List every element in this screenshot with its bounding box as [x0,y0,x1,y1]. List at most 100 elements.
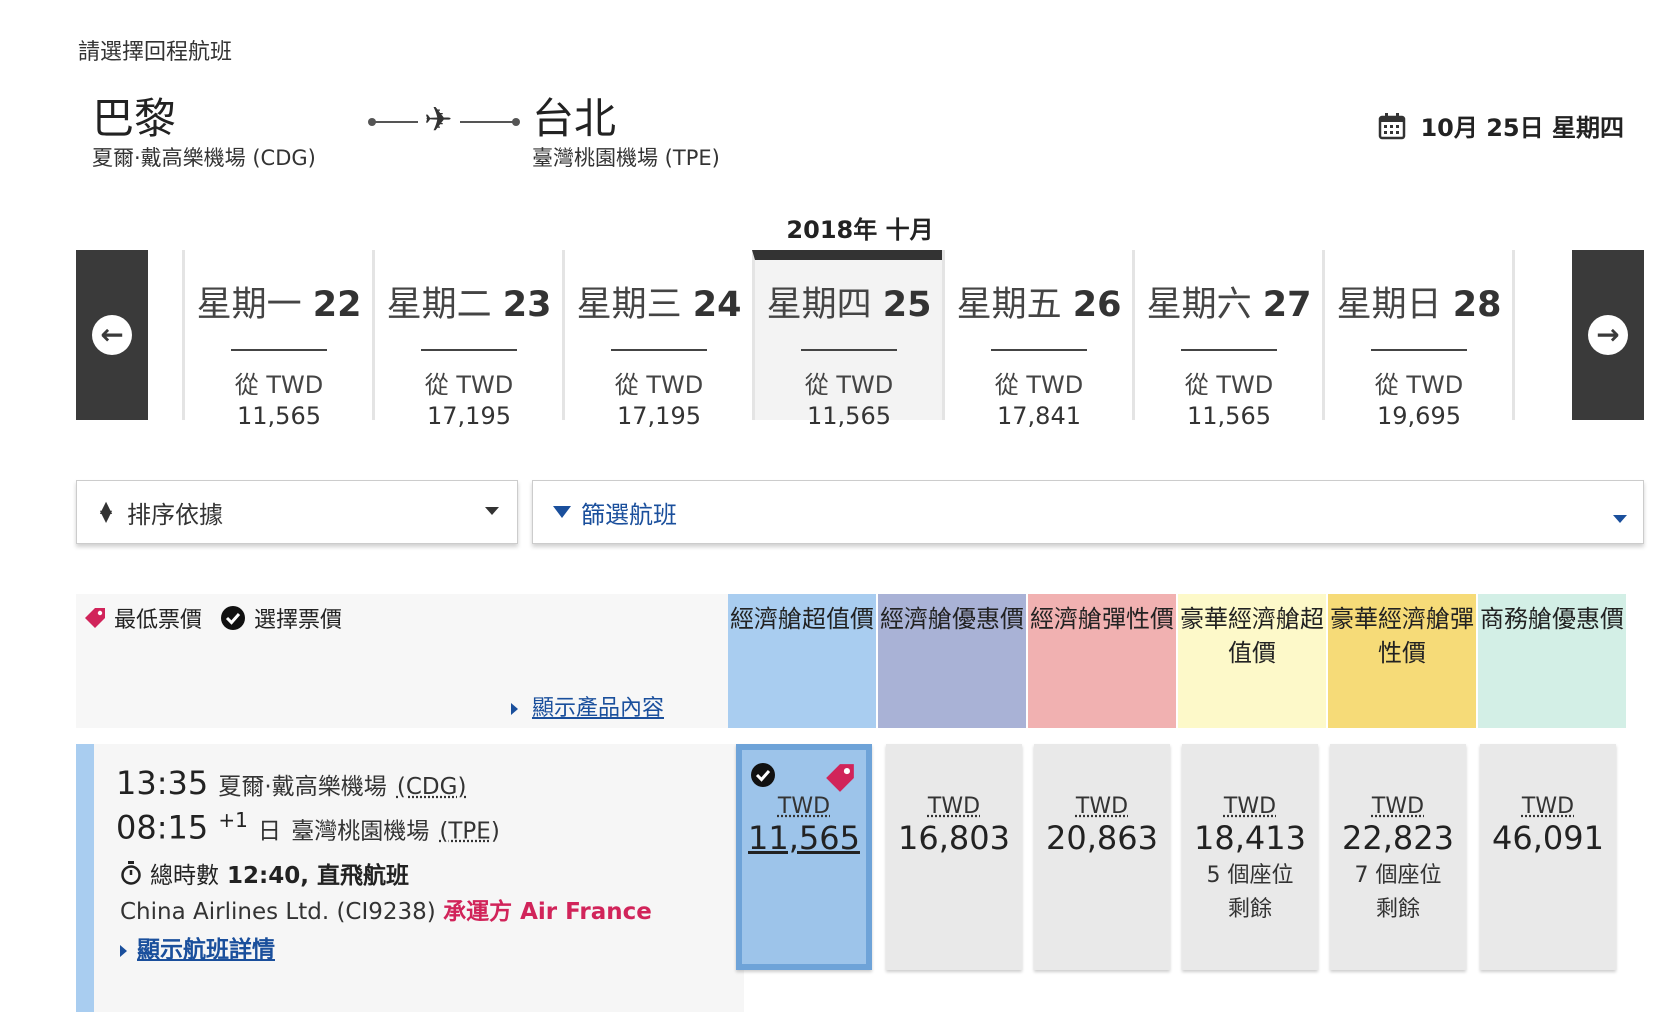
seats-count: 7 個座位 [1354,863,1442,888]
day-label: 星期一 22 [185,276,373,327]
day-name: 星期四 [766,285,872,325]
day-27[interactable]: 星期六 27 從 TWD 11,565 [1132,250,1323,430]
day-28[interactable]: 星期日 28 從 TWD 19,695 [1322,250,1513,430]
filter-label: 篩選航班 [581,500,677,529]
legend-row: 最低票價 選擇票價 [82,602,342,634]
seats-left: 7 個座位 剩餘 [1330,859,1466,927]
day-name: 星期六 [1146,285,1252,325]
duration-label: 總時數 [150,863,219,889]
day-label: 星期四 25 [755,276,943,327]
arrival-day-offset: +1 [218,808,248,832]
page-title: 請選擇回程航班 [78,40,233,65]
sort-dropdown[interactable]: ▲ ▼ 排序依據 [76,480,518,544]
day-25-selected[interactable]: 星期四 25 從 TWD 11,565 [752,250,943,430]
day-rule [611,349,707,351]
check-circle-icon [751,763,775,787]
day-name: 星期三 [576,285,682,325]
day-price: 17,841 [997,402,1081,430]
route-dot-end [512,118,520,126]
day-label: 星期三 24 [565,276,753,327]
departure-line: 13:35 夏爾·戴高樂機場 (CDG) [116,764,466,802]
check-circle-icon [221,606,246,630]
destination: 台北 臺灣桃園機場 (TPE) [532,98,720,172]
departure-airport: 夏爾·戴高樂機場 [218,774,387,800]
cabin-label: 經濟艙彈性價 [1030,605,1174,633]
price-tag-icon [85,608,105,628]
cabin-header-business-saver: 商務艙優惠價 [1478,594,1626,728]
day-price: 19,695 [1377,402,1461,430]
fare-economy-value-selected[interactable]: TWD 11,565 [736,744,872,970]
flight-row-indicator [76,744,94,1012]
day-number: 24 [692,285,742,325]
day-number: 25 [882,285,932,325]
arrow-right-icon: → [1588,315,1628,355]
day-price: 17,195 [427,402,511,430]
day-rule [1371,349,1467,351]
arrival-line: 08:15 +1 日 臺灣桃園機場 (TPE) [116,808,500,847]
day-23[interactable]: 星期二 23 從 TWD 17,195 [372,250,563,430]
day-label: 星期日 28 [1325,276,1513,327]
fare-amount: 22,823 [1342,819,1454,857]
sort-label: 排序依據 [127,500,223,529]
cabin-label: 經濟艙優惠價 [880,605,1024,633]
show-flight-details-link[interactable]: 顯示航班詳情 [120,930,275,964]
calendar-icon [1379,112,1406,139]
cabin-label: 經濟艙超值價 [730,605,874,633]
fare-business-saver[interactable]: TWD 46,091 [1480,744,1616,970]
fare-premium-value[interactable]: TWD 18,413 5 個座位 剩餘 [1182,744,1318,970]
departure-code[interactable]: (CDG) [397,774,467,800]
day-rule [231,349,327,351]
fare-amount: 18,413 [1194,819,1306,857]
departure-time: 13:35 [116,764,209,802]
next-week-button[interactable]: → [1572,250,1644,420]
fare-economy-saver[interactable]: TWD 16,803 [886,744,1022,970]
flight-duration: 總時數 12:40, 直飛航班 [120,856,409,890]
day-name: 星期一 [196,285,302,325]
day-rule [801,349,897,351]
route-line-left [372,121,418,123]
arrow-left-icon: ← [92,315,132,355]
cabin-label: 豪華經濟艙超值價 [1180,605,1324,667]
operated-by: 承運方 Air France [443,899,652,925]
arrival-time: 08:15 [116,808,209,847]
chevron-down-icon [1613,515,1627,523]
day-22[interactable]: 星期一 22 從 TWD 11,565 [182,250,373,430]
day-from: 從 TWD [994,371,1084,399]
seats-remaining: 剩餘 [1227,897,1272,922]
arrival-airport: 臺灣桃園機場 [291,818,430,845]
cabin-header-premium-value: 豪華經濟艙超值價 [1178,594,1326,728]
show-product-content-link[interactable]: 顯示產品內容 [510,690,664,722]
origin: 巴黎 夏爾·戴高樂機場 (CDG) [92,98,316,172]
legend-selected: 選擇票價 [254,608,343,633]
origin-city: 巴黎 [92,94,177,143]
arrival-code[interactable]: (TPE) [439,819,499,845]
day-price: 11,565 [237,402,321,430]
duration-value: 12:40, 直飛航班 [227,863,409,889]
fare-premium-flex[interactable]: TWD 22,823 7 個座位 剩餘 [1330,744,1466,970]
fare-economy-flex[interactable]: TWD 20,863 [1034,744,1170,970]
plane-icon: ✈ [424,100,453,140]
day-from: 從 TWD [1374,371,1464,399]
day-label: 星期五 26 [945,276,1133,327]
day-label: 星期六 27 [1135,276,1323,327]
day-price: 11,565 [1187,402,1271,430]
prev-week-button[interactable]: ← [76,250,148,420]
seats-left: 5 個座位 剩餘 [1182,859,1318,927]
details-label: 顯示航班詳情 [137,937,275,963]
fare-currency: TWD [927,794,981,819]
day-number: 28 [1452,285,1502,325]
day-name: 星期二 [386,285,492,325]
day-label: 星期二 23 [375,276,563,327]
day-26[interactable]: 星期五 26 從 TWD 17,841 [942,250,1133,430]
fare-amount: 16,803 [898,819,1010,857]
day-name: 星期五 [956,285,1062,325]
destination-city: 台北 [532,94,617,143]
day-rule [421,349,517,351]
flight-row: 13:35 夏爾·戴高樂機場 (CDG) 08:15 +1 日 臺灣桃園機場 (… [76,744,744,1012]
day-24[interactable]: 星期三 24 從 TWD 17,195 [562,250,753,430]
cabin-header-economy-saver: 經濟艙優惠價 [878,594,1026,728]
filter-dropdown[interactable]: 篩選航班 [532,480,1644,544]
show-content-label: 顯示產品內容 [531,696,664,721]
stopwatch-icon [121,861,141,885]
day-number: 27 [1262,285,1312,325]
